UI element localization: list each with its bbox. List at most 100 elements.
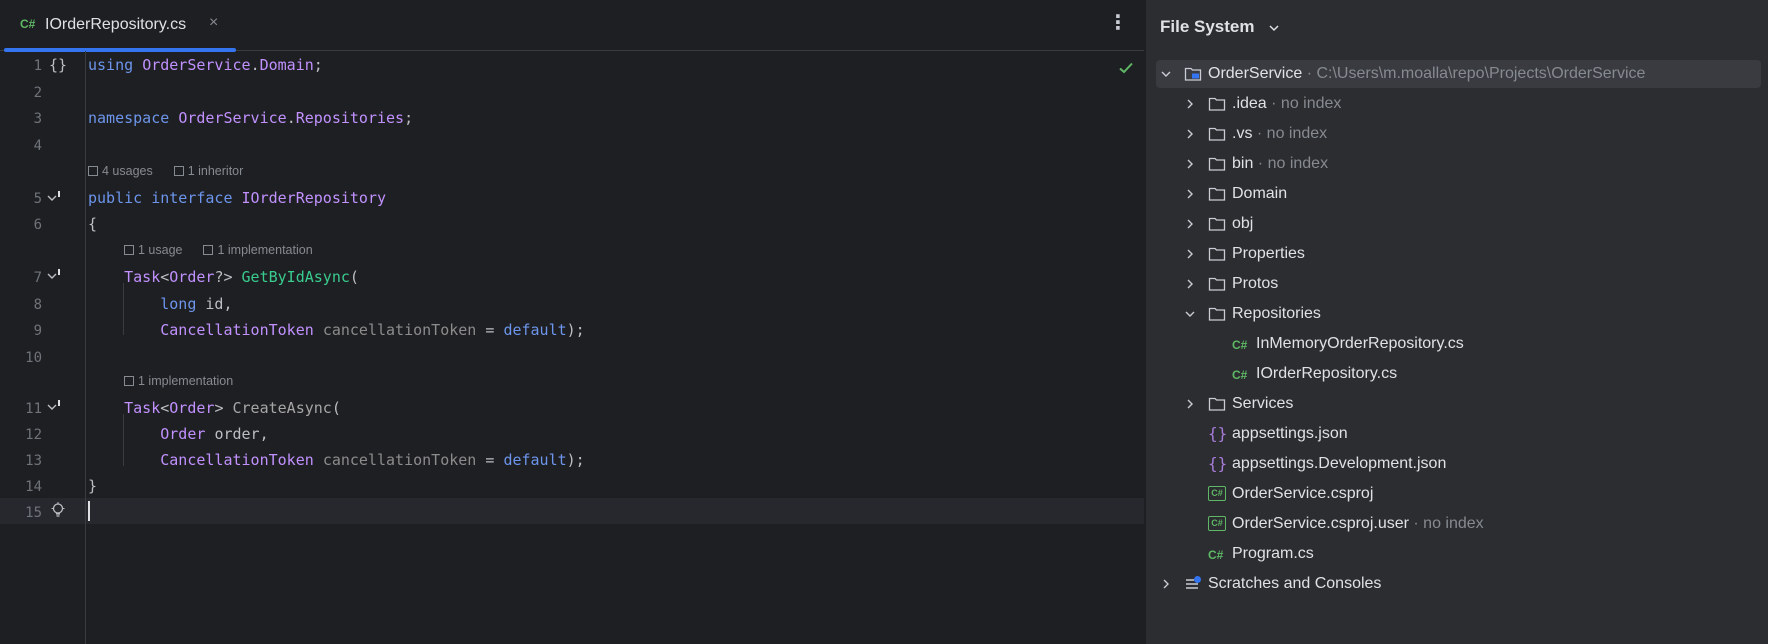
code-vision-hint[interactable]: 1 usage 1 implementation <box>124 243 313 257</box>
code-line[interactable]: { <box>88 215 97 233</box>
code-editor[interactable]: C# IOrderRepository.cs × ⋮ 1 2 3 4 5 6 7 8 9 10 11… <box>0 0 1144 644</box>
tree-item[interactable]: .vs · no index <box>1156 120 1761 148</box>
tree-item-name: Program.cs <box>1232 545 1314 562</box>
indent-guide <box>123 283 124 335</box>
usages-hint[interactable]: 1 usage <box>138 243 182 257</box>
code-line[interactable]: long id, <box>88 295 232 313</box>
line-number: 12 <box>25 427 42 443</box>
tree-item[interactable]: C# OrderService.csproj.user · no index <box>1156 510 1761 538</box>
chevron-down-icon[interactable] <box>1268 22 1280 34</box>
tree-item[interactable]: OrderService · C:\Users\m.moalla\repo\Pr… <box>1156 60 1761 88</box>
close-icon[interactable]: × <box>209 14 218 32</box>
implementation-icon <box>124 376 134 386</box>
line-number: 10 <box>25 350 42 366</box>
fold-chevron-icon[interactable] <box>46 190 62 206</box>
chevron-right-icon[interactable] <box>1184 98 1196 110</box>
tree-item[interactable]: Services <box>1156 390 1761 418</box>
usages-hint[interactable]: 4 usages <box>102 164 153 178</box>
code-line[interactable]: using OrderService.Domain; <box>88 56 323 74</box>
tree-item-label: Domain <box>1232 185 1287 203</box>
tree-item[interactable]: {} appsettings.Development.json <box>1156 450 1761 478</box>
implementation-icon <box>203 245 214 255</box>
code-vision-hint[interactable]: 1 implementation <box>124 374 233 388</box>
code-token: ( <box>349 268 359 286</box>
chevron-right-icon[interactable] <box>1184 278 1196 290</box>
code-token: = <box>485 321 504 339</box>
tree-item[interactable]: Properties <box>1156 240 1761 268</box>
namespace-gutter-icon[interactable]: {} <box>49 56 67 74</box>
scratches-icon <box>1186 576 1201 589</box>
implementation-hint[interactable]: 1 implementation <box>217 243 312 257</box>
chevron-down-icon[interactable] <box>1184 308 1196 320</box>
code-vision-hint[interactable]: 4 usages 1 inheritor <box>88 164 243 178</box>
code-line[interactable]: } <box>88 477 97 495</box>
tree-item[interactable]: Protos <box>1156 270 1761 298</box>
code-token: < <box>160 268 170 286</box>
folder-icon <box>1208 217 1226 231</box>
tree-item-name: Domain <box>1232 185 1288 202</box>
tree-item[interactable]: C# IOrderRepository.cs <box>1156 360 1761 388</box>
tree-item-name: InMemoryOrderRepository.cs <box>1256 335 1464 352</box>
editor-tab-label: IOrderRepository.cs <box>45 16 187 33</box>
tree-item-name: Properties <box>1232 245 1305 262</box>
tree-item[interactable]: C# InMemoryOrderRepository.cs <box>1156 330 1761 358</box>
code-token: { <box>88 215 98 233</box>
chevron-right-icon[interactable] <box>1184 218 1196 230</box>
line-number: 7 <box>33 270 42 286</box>
json-file-icon: {} <box>1208 454 1228 473</box>
editor-tab-iorderrepository[interactable]: C# IOrderRepository.cs × <box>4 0 236 52</box>
inheritor-hint[interactable]: 1 inheritor <box>188 164 244 178</box>
line-number: 9 <box>33 323 42 339</box>
tree-item[interactable]: Domain <box>1156 180 1761 208</box>
code-token: GetByIdAsync <box>241 268 350 286</box>
more-options-icon[interactable]: ⋮ <box>1108 12 1128 32</box>
editor-tab-bar: C# IOrderRepository.cs × ⋮ <box>0 0 1144 52</box>
code-line[interactable]: Order order, <box>88 425 268 443</box>
tree-item-note: · no index <box>1408 515 1484 532</box>
tree-item[interactable]: C# Program.cs <box>1156 540 1761 568</box>
tree-item-name: OrderService.csproj <box>1232 485 1374 502</box>
tree-item-label: .vs · no index <box>1232 125 1327 143</box>
code-token: CancellationToken <box>160 451 323 469</box>
tree-item[interactable]: Repositories <box>1156 300 1761 328</box>
code-token: Task <box>124 399 161 417</box>
code-token: Order <box>169 268 215 286</box>
fold-chevron-icon[interactable] <box>46 268 62 284</box>
code-token: Task <box>124 268 161 286</box>
chevron-right-icon[interactable] <box>1184 248 1196 260</box>
chevron-right-icon[interactable] <box>1184 128 1196 140</box>
code-token: namespace <box>88 109 179 127</box>
code-token: . <box>286 109 296 127</box>
code-token: OrderService <box>178 109 287 127</box>
tree-item[interactable]: C# OrderService.csproj <box>1156 480 1761 508</box>
tree-item-name: Protos <box>1232 275 1279 292</box>
code-line[interactable]: CancellationToken cancellationToken = de… <box>88 321 584 339</box>
panel-title[interactable]: File System <box>1160 17 1255 37</box>
code-line[interactable]: namespace OrderService.Repositories; <box>88 109 413 127</box>
lightbulb-icon[interactable] <box>50 502 66 518</box>
code-line[interactable]: Task<Order> CreateAsync( <box>88 399 341 417</box>
tree-item[interactable]: {} appsettings.json <box>1156 420 1761 448</box>
folder-icon <box>1208 247 1226 261</box>
code-line[interactable]: CancellationToken cancellationToken = de… <box>88 451 584 469</box>
tree-item[interactable]: bin · no index <box>1156 150 1761 178</box>
tree-item[interactable]: Scratches and Consoles <box>1156 570 1761 598</box>
chevron-right-icon[interactable] <box>1184 398 1196 410</box>
tree-item-name: .vs <box>1232 125 1253 142</box>
code-line[interactable]: public interface IOrderRepository <box>88 189 386 207</box>
line-number: 4 <box>33 138 42 154</box>
code-token: . <box>250 56 260 74</box>
tree-item[interactable]: obj <box>1156 210 1761 238</box>
checkmark-icon[interactable] <box>1118 60 1134 76</box>
implementation-hint[interactable]: 1 implementation <box>138 374 233 388</box>
tree-item[interactable]: .idea · no index <box>1156 90 1761 118</box>
code-token: default <box>503 321 567 339</box>
chevron-right-icon[interactable] <box>1160 578 1172 590</box>
chevron-down-icon[interactable] <box>1160 68 1172 80</box>
chevron-right-icon[interactable] <box>1184 158 1196 170</box>
code-line[interactable]: Task<Order?> GetByIdAsync( <box>88 268 359 286</box>
fold-chevron-icon[interactable] <box>46 399 62 415</box>
chevron-right-icon[interactable] <box>1184 188 1196 200</box>
